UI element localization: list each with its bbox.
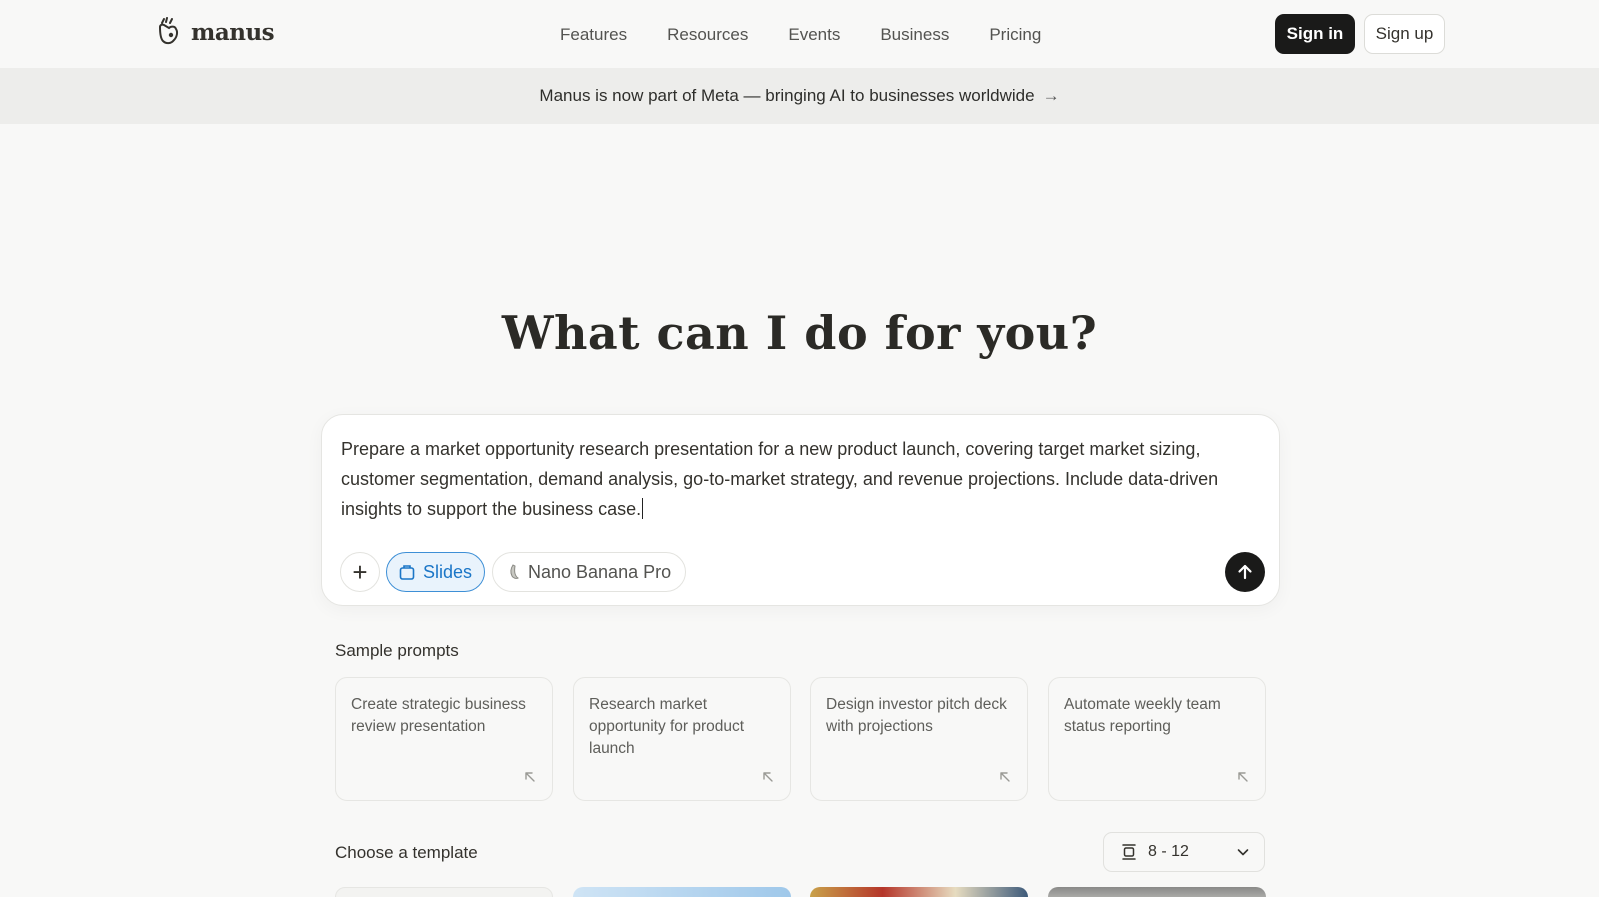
arrow-up-left-icon	[1238, 772, 1248, 782]
prompt-input[interactable]: Prepare a market opportunity research pr…	[341, 434, 1261, 524]
arrow-right-icon: →	[1042, 86, 1060, 105]
sample-prompt-text: Automate weekly team status reporting	[1064, 696, 1221, 735]
arrow-up-left-icon	[763, 772, 773, 782]
arrow-up-left-icon	[525, 772, 535, 782]
top-navbar: manus Features Resources Events Business…	[0, 0, 1599, 68]
model-chip-label: Nano Banana Pro	[528, 561, 672, 582]
main-nav: Features Resources Events Business Prici…	[560, 24, 1081, 46]
prompt-composer: Prepare a market opportunity research pr…	[321, 414, 1280, 606]
slides-mode-chip[interactable]: Slides	[386, 552, 486, 592]
template-thumbnail[interactable]	[1048, 887, 1266, 897]
sample-prompt-text: Research market opportunity for product …	[589, 696, 745, 757]
slide-count-dropdown[interactable]: 8 - 12	[1103, 832, 1265, 872]
brand-name: manus	[191, 18, 275, 46]
nav-resources[interactable]: Resources	[667, 24, 748, 46]
text-caret	[642, 498, 644, 519]
slides-chip-label: Slides	[423, 561, 473, 582]
sample-prompt-text: Design investor pitch deck with projecti…	[826, 696, 1007, 735]
announcement-banner[interactable]: Manus is now part of Meta — bringing AI …	[0, 68, 1599, 124]
banner-text: Manus is now part of Meta — bringing AI …	[539, 86, 1035, 105]
slides-icon	[399, 565, 415, 580]
banana-icon	[510, 564, 519, 579]
sample-prompt-card[interactable]: Create strategic business review present…	[335, 677, 553, 801]
nav-features[interactable]: Features	[560, 24, 627, 46]
sample-prompt-text: Create strategic business review present…	[351, 696, 526, 735]
add-attachment-button[interactable]: +	[340, 552, 380, 592]
sample-prompt-card[interactable]: Design investor pitch deck with projecti…	[810, 677, 1028, 801]
hero-title: What can I do for you?	[501, 306, 1098, 360]
send-button[interactable]	[1225, 552, 1265, 592]
sign-in-button[interactable]: Sign in	[1275, 14, 1355, 54]
template-thumbnail[interactable]	[810, 887, 1028, 897]
chevron-down-icon	[1237, 849, 1249, 856]
choose-template-title: Choose a template	[335, 843, 478, 862]
prompt-input-value: Prepare a market opportunity research pr…	[341, 439, 1219, 519]
manus-hand-icon	[158, 17, 179, 45]
sign-up-button[interactable]: Sign up	[1364, 14, 1445, 54]
template-thumbnail[interactable]	[573, 887, 791, 897]
sample-prompt-card[interactable]: Automate weekly team status reporting	[1048, 677, 1266, 801]
arrow-up-left-icon	[1000, 772, 1010, 782]
slide-count-icon	[1122, 844, 1136, 860]
plus-icon: +	[352, 556, 368, 587]
template-thumbnail[interactable]	[335, 887, 553, 897]
nav-business[interactable]: Business	[880, 24, 949, 46]
slide-count-value: 8 - 12	[1148, 843, 1189, 860]
brand-logo[interactable]: manus	[156, 17, 275, 47]
nav-events[interactable]: Events	[788, 24, 840, 46]
model-chip[interactable]: Nano Banana Pro	[492, 552, 687, 592]
nav-pricing[interactable]: Pricing	[989, 24, 1041, 46]
sample-prompts-title: Sample prompts	[335, 641, 459, 660]
sample-prompt-card[interactable]: Research market opportunity for product …	[573, 677, 791, 801]
arrow-up-icon	[1238, 564, 1252, 580]
